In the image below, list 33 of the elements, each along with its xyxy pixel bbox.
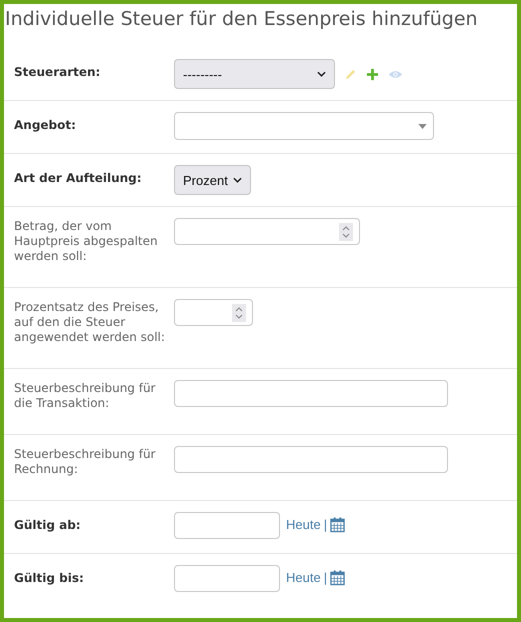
split-type-select[interactable]: Prozent <box>174 165 251 195</box>
today-link[interactable]: Heute <box>286 517 321 532</box>
date-field[interactable] <box>174 512 280 539</box>
chevron-icon <box>233 177 242 183</box>
input-field[interactable] <box>174 446 448 473</box>
separator: | <box>324 517 328 532</box>
form-title: Individuelle Steuer für den Essenpreis hinzufügen <box>4 7 479 32</box>
input-field[interactable] <box>174 380 448 407</box>
date-field[interactable] <box>174 565 280 592</box>
field-label: Betrag, der vom Hauptpreis abgespalten werden soll: <box>14 218 159 265</box>
chevron-icon <box>317 71 326 77</box>
field-label: Prozentsatz des Preises, auf den die Steuer angewendet werden soll: <box>14 299 166 346</box>
spinner-icon[interactable] <box>232 304 246 322</box>
field-label: Gültig bis: <box>14 570 85 587</box>
tax-type-select[interactable]: --------- <box>174 59 335 89</box>
spinner-icon[interactable] <box>339 223 353 241</box>
field-label: Steuerbeschreibung für Rechnung: <box>14 446 156 478</box>
calendar-icon[interactable] <box>330 516 346 533</box>
field-label: Angebot: <box>14 117 77 134</box>
separator: | <box>324 570 328 585</box>
number-field[interactable] <box>174 299 253 326</box>
pencil-icon[interactable] <box>344 68 357 81</box>
offer-combobox[interactable] <box>174 112 434 140</box>
field-label: Steuerarten: <box>14 64 102 81</box>
calendar-icon[interactable] <box>330 569 346 586</box>
field-label: Art der Aufteilung: <box>14 170 143 187</box>
number-field[interactable] <box>174 218 360 245</box>
today-link[interactable]: Heute <box>286 570 321 585</box>
field-label: Steuerbeschreibung für die Transaktion: <box>14 380 156 412</box>
caret-icon <box>418 124 427 129</box>
eye-icon[interactable] <box>388 69 403 80</box>
field-label: Gültig ab: <box>14 517 82 534</box>
plus-icon[interactable] <box>366 68 379 81</box>
